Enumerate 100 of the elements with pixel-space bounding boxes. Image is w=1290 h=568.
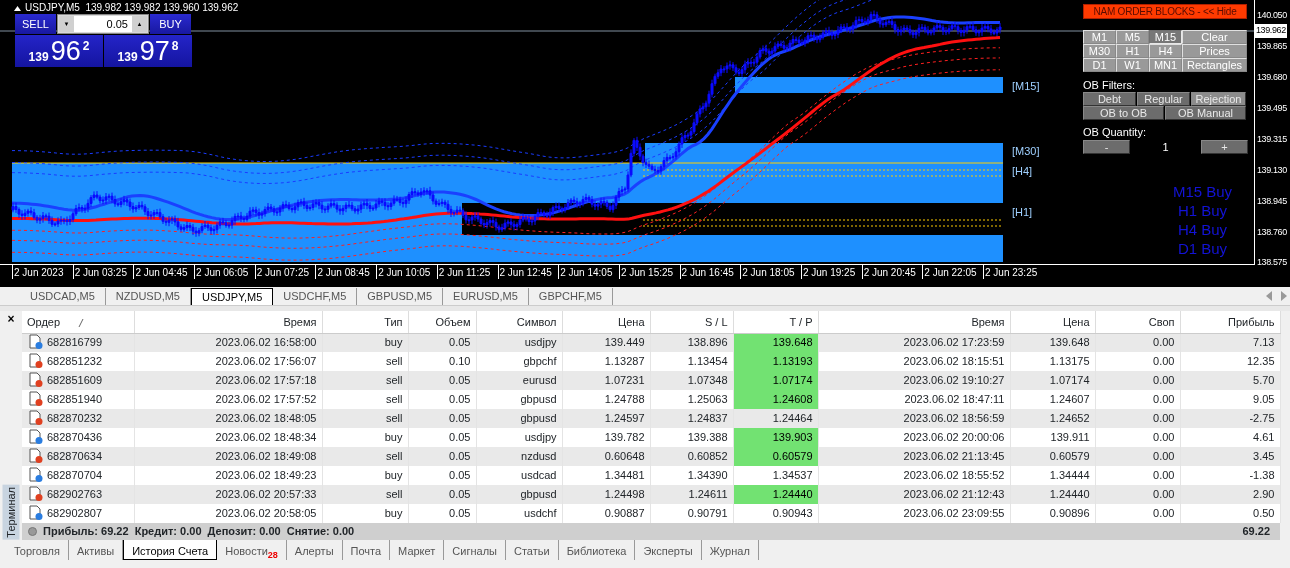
hide-panel-button[interactable]: NAM ORDER BLOCKS - << Hide [1083, 4, 1247, 19]
price-label: 139.130 [1257, 164, 1287, 177]
table-cell: 1.24611 [650, 485, 733, 504]
time-label: 2 Jun 16:45 [679, 265, 741, 279]
chart-tab[interactable]: GBPUSD,M5 [357, 288, 444, 305]
table-cell: 1.24440 [1010, 485, 1095, 504]
price-label: 139.495 [1257, 102, 1287, 115]
table-cell: 2023.06.02 18:56:59 [818, 409, 1010, 428]
column-header[interactable]: T / P [733, 311, 818, 333]
terminal-tab[interactable]: Журнал [701, 540, 759, 560]
table-cell: 0.05 [408, 447, 476, 466]
table-cell: 1.07348 [650, 371, 733, 390]
terminal-tab[interactable]: Алерты [286, 540, 343, 560]
terminal-tab[interactable]: История Счета [123, 540, 218, 560]
price-label: 140.050 [1257, 9, 1287, 22]
current-price-label: 139.962 [1255, 24, 1287, 38]
terminal-tab[interactable]: Статьи [505, 540, 559, 560]
order-icon [29, 372, 43, 387]
scroll-left-icon[interactable] [1266, 291, 1274, 301]
order-icon [29, 334, 43, 350]
table-cell: 1.24597 [562, 409, 650, 428]
chart-tab[interactable]: NZDUSD,M5 [105, 288, 191, 305]
column-header[interactable]: Время [818, 311, 1010, 333]
time-label: 2 Jun 2023 [12, 265, 73, 279]
column-header[interactable]: Своп [1095, 311, 1180, 333]
table-cell: 0.60852 [650, 447, 733, 466]
price-label: 139.315 [1257, 133, 1287, 146]
signal-text: M15 Buy [1171, 182, 1234, 201]
order-icon [29, 505, 43, 520]
time-label: 2 Jun 06:05 [194, 265, 255, 279]
timeframe-button[interactable]: M15 [1149, 29, 1182, 44]
table-cell: gbpusd [476, 485, 562, 504]
table-cell: 1.24440 [733, 485, 818, 504]
terminal-tab[interactable]: Библиотека [558, 540, 636, 560]
table-cell: 2023.06.02 17:57:18 [134, 371, 322, 390]
table-cell: 1.07231 [562, 371, 650, 390]
decrease-button[interactable]: - [1083, 140, 1130, 155]
table-cell: 139.903 [733, 428, 818, 447]
time-label: 2 Jun 12:45 [497, 265, 559, 279]
terminal-tab[interactable]: Торговля [6, 540, 69, 560]
order-icon [29, 467, 43, 482]
table-cell: sell [322, 409, 408, 428]
chart-tab[interactable]: USDCAD,M5 [20, 288, 106, 305]
column-header[interactable]: Цена [562, 311, 650, 333]
chart-tab[interactable]: USDCHF,M5 [273, 288, 358, 305]
column-header[interactable]: Ордер [22, 311, 134, 333]
time-label: 2 Jun 19:25 [800, 265, 862, 279]
table-cell: 0.05 [408, 409, 476, 428]
column-header[interactable]: Символ [476, 311, 562, 333]
time-label: 2 Jun 22:05 [922, 265, 983, 279]
scroll-right-icon[interactable] [1281, 291, 1289, 301]
table-cell: 3.45 [1180, 447, 1280, 466]
column-header[interactable]: Прибыль [1180, 311, 1280, 333]
table-cell: 1.07174 [733, 371, 818, 390]
close-button[interactable]: × [7, 313, 15, 325]
table-cell: 2023.06.02 19:10:27 [818, 371, 1010, 390]
time-label: 2 Jun 18:05 [740, 265, 801, 279]
zone-label: [H4] [1012, 164, 1033, 179]
table-cell: 0.05 [408, 485, 476, 504]
time-label: 2 Jun 08:45 [315, 265, 377, 279]
table-cell: 0.60648 [562, 447, 650, 466]
terminal-tab[interactable]: Сигналы [444, 540, 506, 560]
price-label: 139.865 [1257, 40, 1287, 53]
table-cell: 1.13193 [733, 352, 818, 371]
news-count: 28 [267, 550, 278, 560]
filter-button[interactable]: Regular [1137, 91, 1190, 106]
table-cell: 2023.06.02 18:48:05 [134, 409, 322, 428]
table-cell: 682870634 [22, 447, 134, 466]
column-header[interactable]: Время [134, 311, 322, 333]
chart-tab[interactable]: USDJPY,M5 [190, 288, 274, 305]
column-header[interactable]: S / L [650, 311, 733, 333]
table-cell: sell [322, 371, 408, 390]
column-header[interactable]: Цена [1010, 311, 1095, 333]
increase-button[interactable]: + [1201, 140, 1248, 155]
column-header[interactable]: Тип [322, 311, 408, 333]
terminal-tab[interactable]: Маркет [390, 540, 445, 560]
table-cell: 0.00 [1095, 447, 1180, 466]
table-cell: sell [322, 485, 408, 504]
filter-button[interactable]: Debt [1083, 91, 1136, 106]
terminal-tab[interactable]: Новости$_{28}$ [217, 540, 287, 560]
price-label: 138.945 [1257, 195, 1287, 208]
status-icon [28, 527, 37, 536]
sell-button[interactable]: SELL [15, 14, 56, 34]
time-label: 2 Jun 20:45 [861, 265, 923, 279]
signal-text: D1 Buy [1176, 239, 1229, 258]
summary-text: Прибыль: 69.22 Кредит: 0.00 Депозит: 0.00 Снятие: 0.00 [43, 524, 355, 540]
terminal-tab[interactable]: Почта [342, 540, 391, 560]
table-cell: 0.00 [1095, 485, 1180, 504]
time-label: 2 Jun 11:25 [436, 265, 498, 279]
chart-tab[interactable]: EURUSD,M5 [443, 288, 529, 305]
table-cell: 1.07174 [1010, 371, 1095, 390]
table-cell: 0.00 [1095, 409, 1180, 428]
column-header[interactable]: Объем [408, 311, 476, 333]
price-label: 139.680 [1257, 71, 1287, 84]
price-label: 138.575 [1257, 256, 1287, 269]
buy-button[interactable]: BUY [150, 14, 191, 34]
table-cell: 2023.06.02 21:13:45 [818, 447, 1010, 466]
chart-tab[interactable]: GBPCHF,M5 [528, 288, 613, 305]
terminal-tab[interactable]: Эксперты [635, 540, 702, 560]
table-cell: eurusd [476, 371, 562, 390]
